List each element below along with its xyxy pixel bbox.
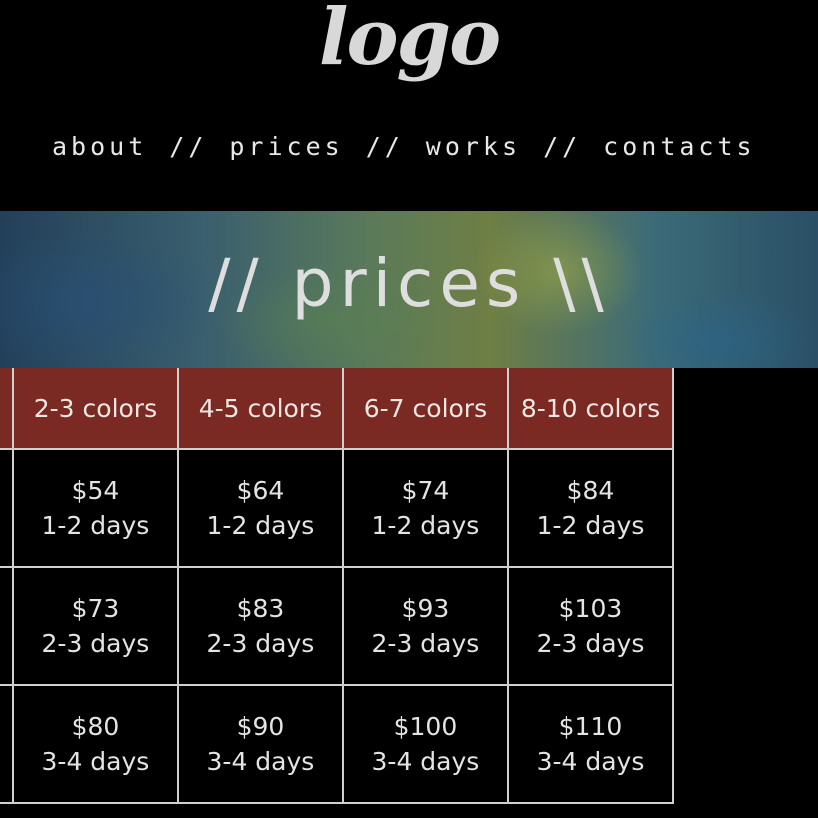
- site-header: logo about // prices // works // contact…: [0, 0, 818, 211]
- delivery-time: 2-3 days: [41, 629, 150, 658]
- size-cell: 10: [0, 448, 14, 568]
- price-cell: $73 2-3 days: [11, 566, 179, 686]
- nav-separator: //: [169, 132, 208, 161]
- delivery-time: 2-3 days: [536, 629, 645, 658]
- delivery-time: 3-4 days: [206, 747, 315, 776]
- price-cell: $83 2-3 days: [176, 566, 344, 686]
- price-cell: $93 2-3 days: [341, 566, 509, 686]
- table-header-row: size 2-3 colors 4-5 colors 6-7 colors 8-…: [0, 368, 675, 450]
- column-header-2-3-colors: 2-3 colors: [11, 368, 179, 450]
- delivery-time: 1-2 days: [536, 511, 645, 540]
- prices-banner: // prices \\: [0, 211, 818, 368]
- price-table-container: size 2-3 colors 4-5 colors 6-7 colors 8-…: [0, 368, 818, 818]
- price-value: $90: [236, 712, 285, 741]
- price-value: $103: [558, 594, 623, 623]
- column-header-size: size: [0, 368, 14, 450]
- size-cell: 14: [0, 566, 14, 686]
- delivery-time: 3-4 days: [536, 747, 645, 776]
- price-value: $84: [566, 476, 615, 505]
- price-value: $93: [401, 594, 450, 623]
- delivery-time: 1-2 days: [371, 511, 480, 540]
- price-cell: $84 1-2 days: [506, 448, 675, 568]
- price-table: size 2-3 colors 4-5 colors 6-7 colors 8-…: [0, 368, 675, 804]
- price-cell: $110 3-4 days: [506, 684, 675, 804]
- nav-link-about[interactable]: about: [52, 132, 147, 161]
- price-cell: $100 3-4 days: [341, 684, 509, 804]
- size-cell: 18: [0, 684, 14, 804]
- nav-link-contacts[interactable]: contacts: [603, 132, 755, 161]
- price-cell: $103 2-3 days: [506, 566, 675, 686]
- price-cell: $64 1-2 days: [176, 448, 344, 568]
- site-logo[interactable]: logo: [0, 0, 818, 83]
- nav-separator: //: [543, 132, 582, 161]
- price-value: $83: [236, 594, 285, 623]
- price-value: $100: [393, 712, 458, 741]
- price-cell: $54 1-2 days: [11, 448, 179, 568]
- price-value: $64: [236, 476, 285, 505]
- price-value: $80: [71, 712, 120, 741]
- page-title: // prices \\: [208, 245, 610, 322]
- price-cell: $90 3-4 days: [176, 684, 344, 804]
- delivery-time: 1-2 days: [41, 511, 150, 540]
- column-header-8-10-colors: 8-10 colors: [506, 368, 675, 450]
- nav-link-works[interactable]: works: [426, 132, 521, 161]
- price-value: $73: [71, 594, 120, 623]
- price-value: $54: [71, 476, 120, 505]
- table-row: 14 $73 2-3 days $83 2-3 days $93 2-3 days $…: [0, 566, 675, 686]
- price-value: $74: [401, 476, 450, 505]
- nav-link-prices[interactable]: prices: [229, 132, 343, 161]
- delivery-time: 3-4 days: [371, 747, 480, 776]
- delivery-time: 2-3 days: [371, 629, 480, 658]
- delivery-time: 3-4 days: [41, 747, 150, 776]
- table-row: 18 $803-4 days $903-4 days $1003-4 days …: [0, 684, 675, 804]
- delivery-time: 1-2 days: [206, 511, 315, 540]
- price-cell: $80 3-4 days: [11, 684, 179, 804]
- price-cell: $74 1-2 days: [341, 448, 509, 568]
- main-nav: about // prices // works // contacts: [52, 132, 756, 161]
- price-value: $110: [558, 712, 623, 741]
- nav-separator: //: [365, 132, 404, 161]
- column-header-6-7-colors: 6-7 colors: [341, 368, 509, 450]
- table-row: 10 $54 1-2 days $64 1-2 days $74 1-2 days $…: [0, 448, 675, 568]
- delivery-time: 2-3 days: [206, 629, 315, 658]
- column-header-4-5-colors: 4-5 colors: [176, 368, 344, 450]
